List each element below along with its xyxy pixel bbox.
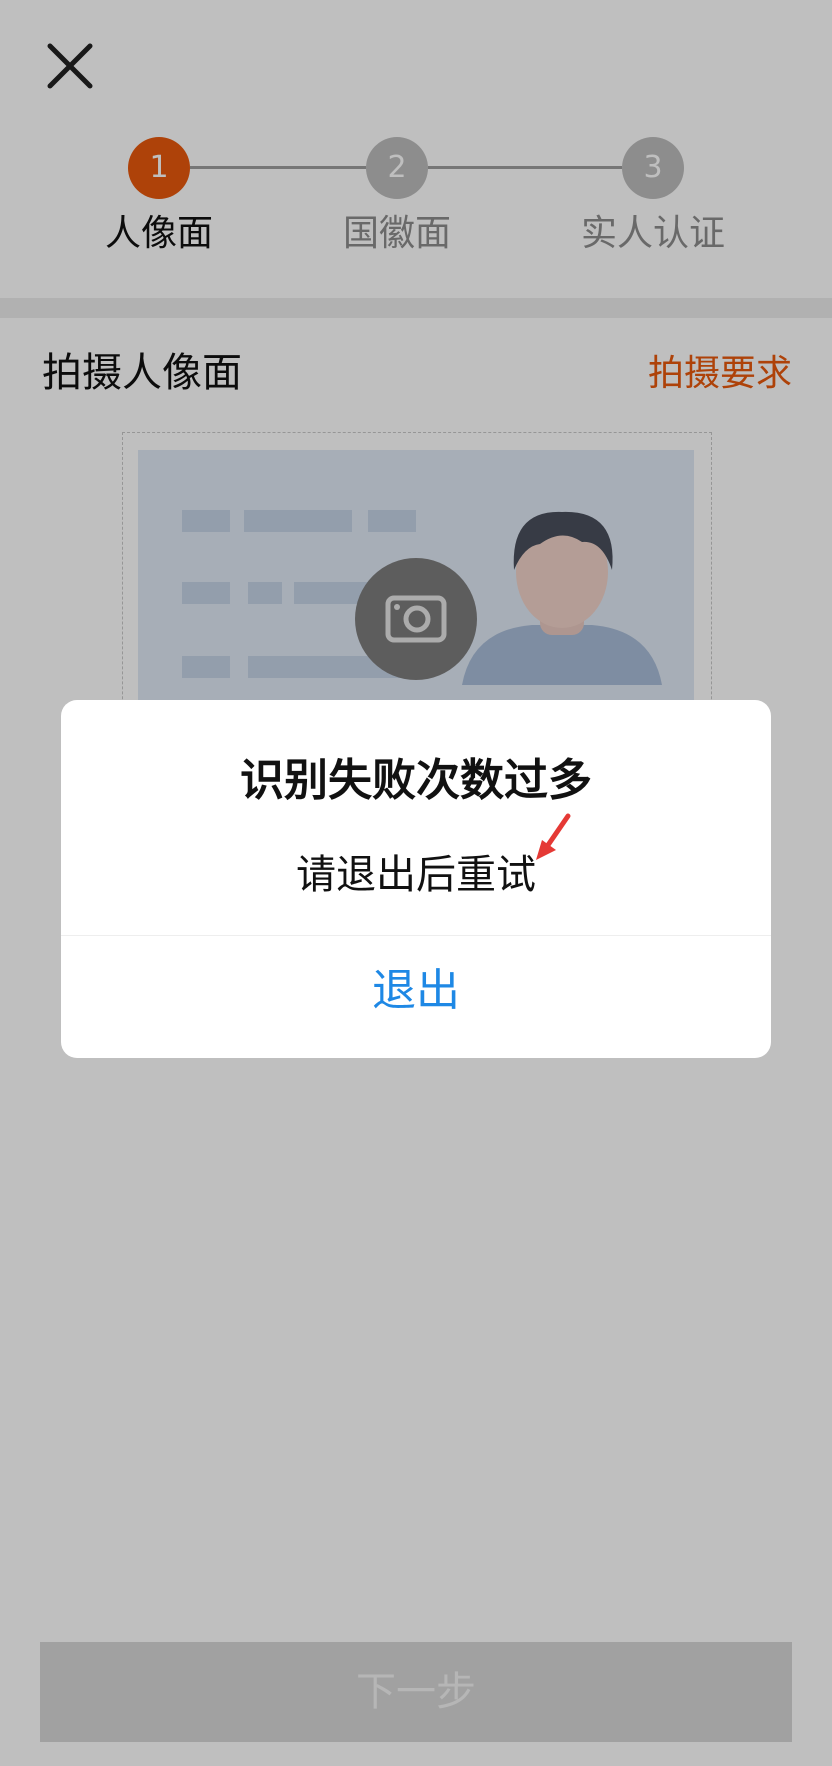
dialog-message: 请退出后重试 [296, 852, 536, 898]
error-dialog: 识别失败次数过多 请退出后重试 退出 [61, 700, 771, 1058]
annotation-arrow-icon [532, 812, 572, 862]
dialog-title: 识别失败次数过多 [240, 755, 592, 806]
exit-button[interactable]: 退出 [61, 936, 771, 1058]
id-verification-page: 1 2 3 人像面 国徽面 实人认证 拍摄人像面 拍摄要求 下一步 识别失败次数… [0, 0, 832, 1766]
